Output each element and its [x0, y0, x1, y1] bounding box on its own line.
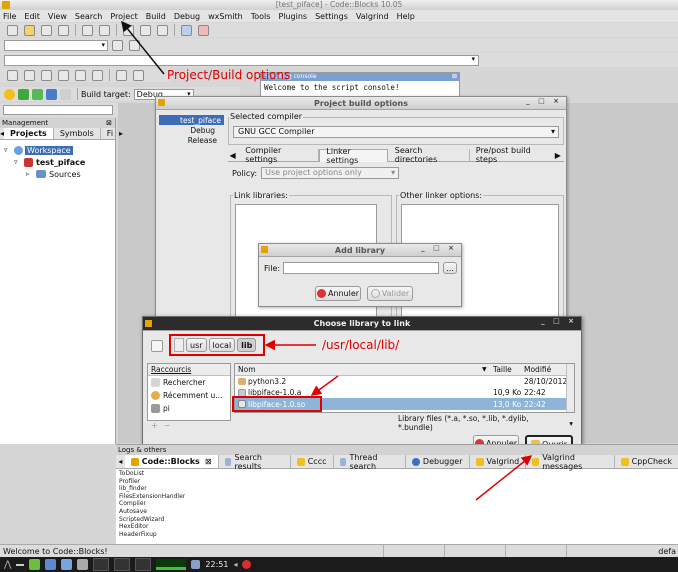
project-menu-arrow [121, 20, 165, 75]
annotation-arrows [121, 20, 533, 501]
open-button-arrow [475, 455, 533, 501]
file-arrow [310, 375, 339, 396]
